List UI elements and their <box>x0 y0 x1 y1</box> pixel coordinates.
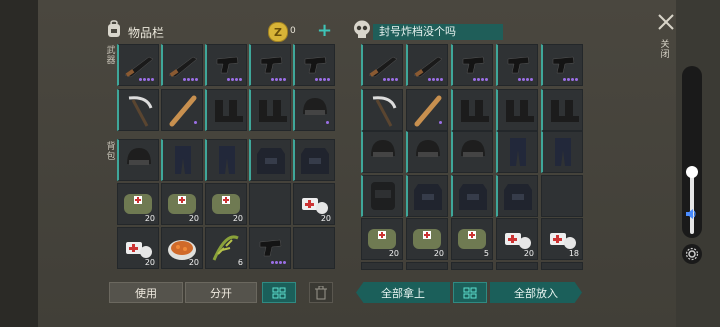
slot-armor-pants-2[interactable] <box>205 139 247 181</box>
loot-slot-boots[interactable] <box>451 89 493 131</box>
add-coins-button[interactable]: + <box>317 20 332 41</box>
weapon-slot-shotgun-2[interactable] <box>161 44 203 86</box>
close-icon[interactable] <box>657 13 675 31</box>
trash-button[interactable] <box>309 282 333 303</box>
container-name: 封号炸档没个吗 <box>373 24 503 40</box>
grid-icon <box>463 287 477 298</box>
loot-slot-scythe[interactable] <box>361 89 403 131</box>
loot-slot-boots-3[interactable] <box>541 89 583 131</box>
close-label: 关闭 <box>660 40 670 60</box>
inventory-title: 物品栏 <box>128 26 165 40</box>
slot-boots-2[interactable] <box>249 89 291 131</box>
item-count: 20 <box>188 214 199 223</box>
split-button[interactable]: 分开 <box>185 282 257 303</box>
loot-slot-partial[interactable] <box>406 262 448 270</box>
loot-slot-partial[interactable] <box>496 262 538 270</box>
loot-slot-helmet-3[interactable] <box>451 131 493 173</box>
sort-button[interactable] <box>262 282 296 303</box>
slot-boots[interactable] <box>205 89 247 131</box>
slot-medkit-bag[interactable]: 20 <box>117 183 159 225</box>
loot-slot-tactical-vest[interactable] <box>406 175 448 217</box>
slot-medkit-bag-2[interactable]: 20 <box>161 183 203 225</box>
weapon-slot-pistol[interactable] <box>205 44 247 86</box>
item-count: 20 <box>433 249 444 258</box>
item-count: 6 <box>237 258 243 267</box>
slot-baseball-bat[interactable] <box>161 89 203 131</box>
empty-slot[interactable] <box>249 183 291 225</box>
backpack-icon <box>106 20 122 38</box>
settings-gear-icon[interactable] <box>682 244 702 264</box>
volume-thumb[interactable] <box>686 166 698 178</box>
item-count: 20 <box>232 214 243 223</box>
item-count: 20 <box>388 249 399 258</box>
slot-bandage[interactable]: 20 <box>293 183 335 225</box>
skull-icon <box>353 20 371 40</box>
loot-slot-armor-pants[interactable] <box>496 131 538 173</box>
put-all-button[interactable]: 全部放入 <box>490 282 582 303</box>
item-count: 18 <box>568 249 579 258</box>
grid-icon <box>272 287 286 298</box>
coin-count: 0 <box>290 26 296 36</box>
loot-slot-shotgun[interactable] <box>361 44 403 86</box>
slot-helmet[interactable] <box>293 89 335 131</box>
item-count: 20 <box>144 214 155 223</box>
use-button[interactable]: 使用 <box>109 282 183 303</box>
slot-herb[interactable]: 6 <box>205 227 247 269</box>
loot-slot-baseball-bat[interactable] <box>406 89 448 131</box>
loot-slot-medkit-bag-2[interactable]: 20 <box>406 218 448 260</box>
loot-slot-boots-2[interactable] <box>496 89 538 131</box>
weapon-slot-shotgun[interactable] <box>117 44 159 86</box>
trash-icon <box>315 285 327 299</box>
loot-slot-pistol[interactable] <box>451 44 493 86</box>
slot-armor-pants[interactable] <box>161 139 203 181</box>
slot-food-bowl[interactable]: 20 <box>161 227 203 269</box>
loot-slot-helmet-2[interactable] <box>406 131 448 173</box>
slot-tactical-vest-2[interactable] <box>293 139 335 181</box>
take-all-button[interactable]: 全部拿上 <box>356 282 450 303</box>
slot-medkit-bag-3[interactable]: 20 <box>205 183 247 225</box>
weapon-section-label: 武器 <box>106 46 116 66</box>
weapon-slot-pistol-2[interactable] <box>249 44 291 86</box>
loot-slot-bandage-2[interactable]: 18 <box>541 218 583 260</box>
sort-loot-button[interactable] <box>453 282 487 303</box>
item-count: 20 <box>523 249 534 258</box>
item-count: 20 <box>320 214 331 223</box>
item-count: 5 <box>483 249 489 258</box>
loot-slot-tactical-vest-3[interactable] <box>496 175 538 217</box>
loot-slot-partial[interactable] <box>541 262 583 270</box>
slot-pistol-bag[interactable] <box>249 227 291 269</box>
slot-tactical-vest[interactable] <box>249 139 291 181</box>
loot-slot-partial[interactable] <box>451 262 493 270</box>
coin-icon: Z <box>268 22 288 42</box>
slot-helmet-3[interactable] <box>117 139 159 181</box>
left-edge <box>0 0 38 327</box>
loot-slot-bandage[interactable]: 20 <box>496 218 538 260</box>
loot-slot-helmet[interactable] <box>361 131 403 173</box>
loot-slot-backpack[interactable] <box>361 175 403 217</box>
empty-slot[interactable] <box>541 175 583 217</box>
loot-slot-pistol-2[interactable] <box>496 44 538 86</box>
item-count: 20 <box>188 258 199 267</box>
weapon-slot-pistol-3[interactable] <box>293 44 335 86</box>
loot-slot-shotgun-2[interactable] <box>406 44 448 86</box>
loot-slot-armor-pants-2[interactable] <box>541 131 583 173</box>
loot-slot-tactical-vest-2[interactable] <box>451 175 493 217</box>
loot-slot-medkit-bag[interactable]: 20 <box>361 218 403 260</box>
backpack-section-label: 背包 <box>106 142 116 162</box>
volume-fill <box>690 174 694 234</box>
loot-slot-medkit-bag-3[interactable]: 5 <box>451 218 493 260</box>
item-count: 20 <box>144 258 155 267</box>
loot-slot-pistol-3[interactable] <box>541 44 583 86</box>
loot-slot-partial[interactable] <box>361 262 403 270</box>
speaker-icon[interactable] <box>684 206 698 220</box>
empty-slot[interactable] <box>293 227 335 269</box>
slot-scythe[interactable] <box>117 89 159 131</box>
slot-bandage-2[interactable]: 20 <box>117 227 159 269</box>
